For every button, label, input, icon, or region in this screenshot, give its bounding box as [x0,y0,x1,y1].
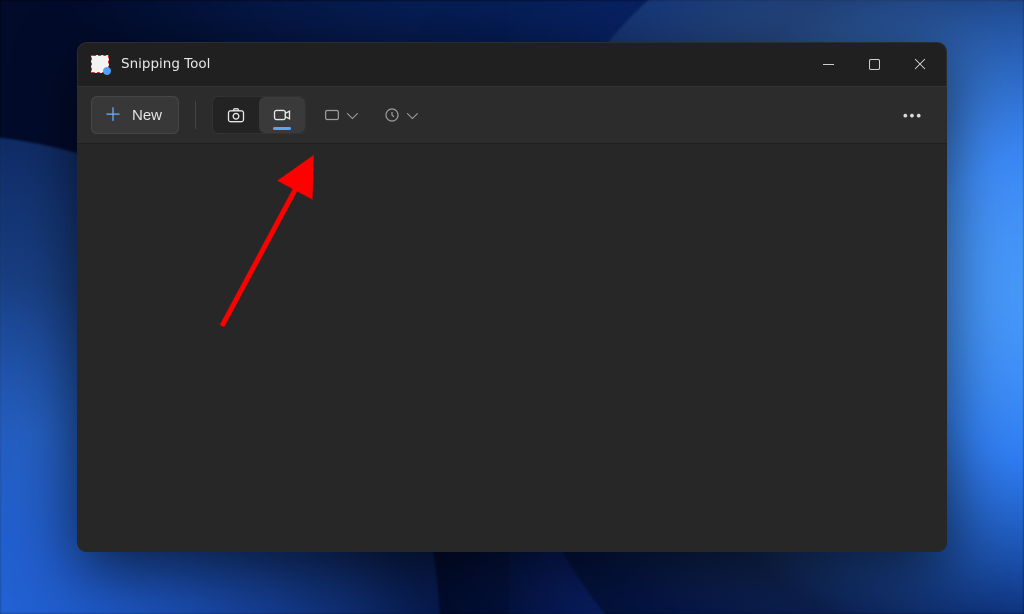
new-button-label: New [132,107,162,124]
delay-dropdown[interactable] [372,96,426,134]
maximize-button[interactable] [851,42,897,86]
chevron-down-icon [407,108,418,119]
toolbar-divider [195,101,196,129]
plus-icon: ＋ [104,106,122,124]
record-mode-button[interactable] [259,97,305,133]
snip-shape-dropdown[interactable] [312,96,366,134]
capture-mode-group [212,96,306,134]
content-area [77,144,947,552]
ellipsis-icon: ••• [903,108,923,123]
titlebar: Snipping Tool [77,42,947,86]
app-window: Snipping Tool ＋ New [77,42,947,552]
app-icon [91,55,109,73]
window-controls [805,42,943,86]
more-options-button[interactable]: ••• [893,96,933,134]
snip-mode-button[interactable] [213,97,259,133]
annotation-arrow [77,144,947,552]
toolbar: ＋ New [77,86,947,144]
chevron-down-icon [347,108,358,119]
camera-icon [226,105,246,125]
minimize-button[interactable] [805,42,851,86]
close-button[interactable] [897,42,943,86]
window-title: Snipping Tool [121,56,210,72]
video-camera-icon [272,105,292,125]
new-button[interactable]: ＋ New [91,96,179,134]
clock-icon [383,106,401,124]
rectangle-icon [323,106,341,124]
